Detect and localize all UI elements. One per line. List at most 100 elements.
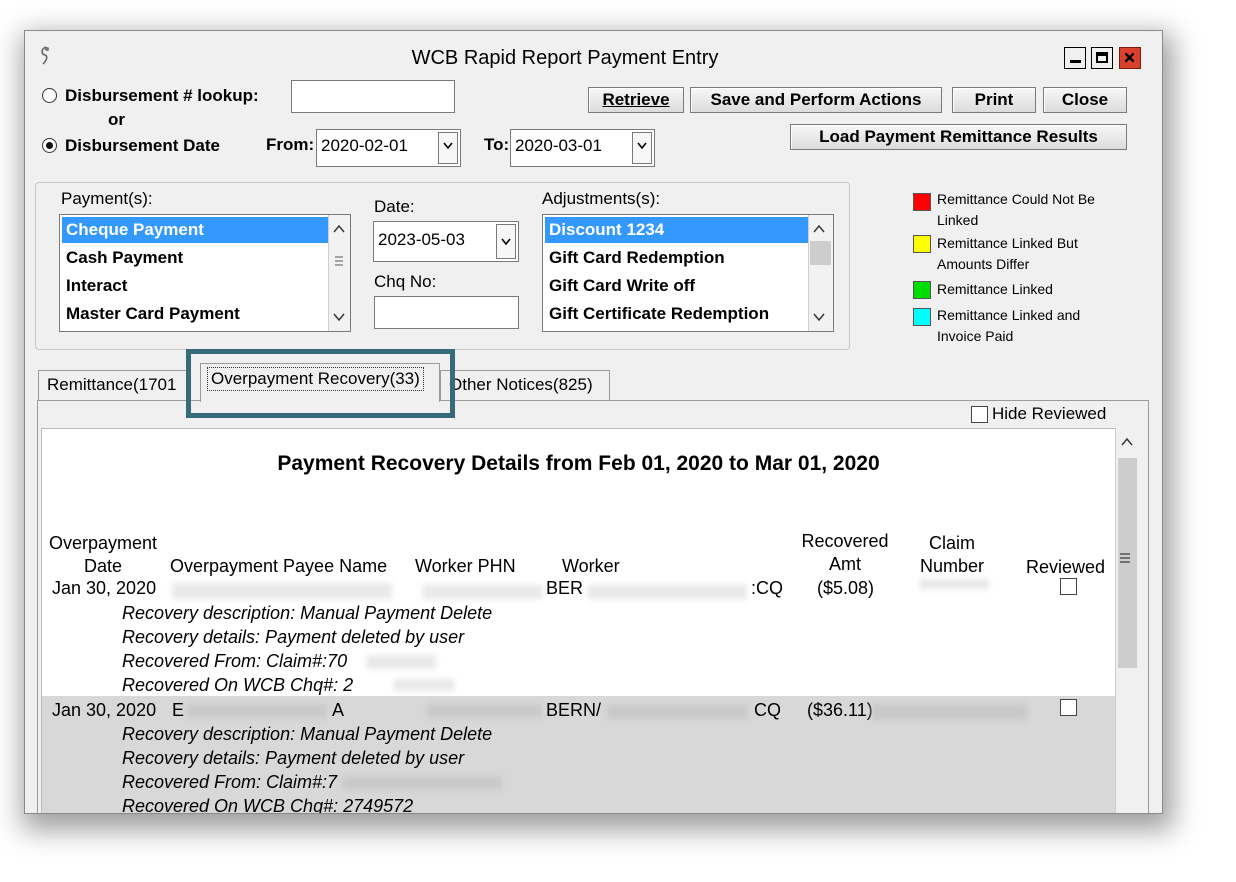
disbursement-date-radio[interactable] bbox=[42, 138, 57, 153]
redacted-chq bbox=[394, 679, 454, 691]
header-recovered-amt: Recovered Amt bbox=[801, 531, 889, 574]
row-worker: BERN/ bbox=[546, 700, 602, 720]
payment-entry-window: WCB Rapid Report Payment Entry Disbursem… bbox=[24, 30, 1163, 814]
disbursement-lookup-label: Disbursement # lookup: bbox=[65, 86, 259, 105]
payment-item-cheque[interactable]: Cheque Payment bbox=[62, 217, 328, 243]
to-date-value: 2020-03-01 bbox=[515, 136, 602, 155]
adjustments-label: Adjustments(s): bbox=[542, 189, 661, 208]
minimize-button[interactable] bbox=[1064, 47, 1086, 69]
payments-label: Payment(s): bbox=[61, 189, 153, 208]
recovered-on-chq: Recovered On WCB Chq#: 2 bbox=[122, 675, 354, 695]
header-payee-name: Overpayment Payee Name bbox=[170, 556, 388, 576]
adjustment-item-gift-certificate[interactable]: Gift Certificate Redemption bbox=[545, 301, 811, 327]
from-date-dropdown[interactable] bbox=[438, 132, 458, 164]
tab-overpayment-label: Overpayment Recovery(33) bbox=[207, 367, 424, 391]
report-title: Payment Recovery Details from Feb 01, 20… bbox=[277, 452, 880, 475]
to-date-dropdown[interactable] bbox=[632, 132, 652, 164]
payments-scrollbar[interactable] bbox=[328, 215, 350, 331]
adjustment-item-discount[interactable]: Discount 1234 bbox=[545, 217, 811, 243]
header-reviewed: Reviewed bbox=[1026, 557, 1106, 577]
legend-invoice-paid: Remittance Linked and Invoice Paid bbox=[937, 307, 1081, 344]
or-label: or bbox=[108, 110, 125, 129]
to-label: To: bbox=[484, 135, 510, 154]
disbursement-number-input[interactable] bbox=[291, 80, 455, 113]
reviewed-checkbox[interactable] bbox=[1060, 699, 1077, 716]
legend-cyan-swatch bbox=[913, 308, 931, 326]
redacted-claim bbox=[919, 579, 989, 589]
redacted-payee bbox=[187, 704, 327, 718]
maximize-button[interactable] bbox=[1091, 47, 1113, 69]
close-window-button[interactable] bbox=[1119, 47, 1141, 69]
hide-reviewed-label: Hide Reviewed bbox=[992, 404, 1107, 423]
recovery-details: Recovery details: Payment deleted by use… bbox=[122, 748, 465, 768]
header-worker-phn: Worker PHN bbox=[415, 556, 516, 576]
chevron-down-icon[interactable] bbox=[329, 305, 349, 329]
chq-no-label: Chq No: bbox=[374, 272, 437, 291]
adjustments-list[interactable]: Discount 1234 Gift Card Redemption Gift … bbox=[542, 214, 834, 332]
row-amount: ($36.11) bbox=[807, 700, 873, 720]
report-scrollbar[interactable] bbox=[1115, 428, 1138, 813]
payment-date-dropdown[interactable] bbox=[496, 224, 516, 259]
redacted-claim-number bbox=[342, 776, 502, 790]
redacted-worker bbox=[607, 705, 747, 719]
redacted-phn bbox=[422, 585, 542, 599]
title-bar: WCB Rapid Report Payment Entry bbox=[25, 31, 1162, 71]
payment-date-value: 2023-05-03 bbox=[378, 230, 465, 249]
chevron-up-icon[interactable] bbox=[1117, 432, 1137, 452]
save-perform-actions-button[interactable]: Save and Perform Actions bbox=[690, 87, 942, 113]
legend-not-linked: Remittance Could Not Be Linked bbox=[937, 191, 1095, 228]
reviewed-checkbox[interactable] bbox=[1060, 578, 1077, 595]
disbursement-lookup-radio[interactable] bbox=[42, 88, 57, 103]
legend-green-swatch bbox=[913, 281, 931, 299]
load-remittance-results-button[interactable]: Load Payment Remittance Results bbox=[790, 124, 1127, 150]
chevron-down-icon[interactable] bbox=[809, 305, 829, 329]
tab-other-notices[interactable]: Other Notices(825) bbox=[440, 370, 610, 400]
header-overpayment-date: Overpayment Date bbox=[48, 533, 158, 576]
row-payee-tail: A bbox=[332, 700, 345, 720]
hide-reviewed-checkbox[interactable] bbox=[971, 406, 988, 423]
redacted-phn bbox=[427, 704, 542, 718]
legend-yellow-swatch bbox=[913, 235, 931, 253]
payment-item-cash[interactable]: Cash Payment bbox=[62, 245, 328, 271]
row-amount: ($5.08) bbox=[817, 578, 875, 598]
chevron-down-icon bbox=[443, 142, 453, 150]
retrieve-button[interactable]: Retrieve bbox=[588, 87, 684, 113]
chevron-up-icon[interactable] bbox=[329, 217, 349, 241]
tab-remittance[interactable]: Remittance(1701 bbox=[38, 370, 188, 400]
row-worker: BER bbox=[546, 578, 584, 598]
recovered-from: Recovered From: Claim#:70 bbox=[122, 651, 348, 671]
print-button[interactable]: Print bbox=[952, 87, 1036, 113]
payments-list[interactable]: Cheque Payment Cash Payment Interact Mas… bbox=[59, 214, 351, 332]
scroll-grip-icon[interactable] bbox=[329, 249, 349, 273]
adjustments-scrollbar[interactable] bbox=[808, 215, 833, 331]
redacted-payee bbox=[172, 583, 392, 599]
window-title: WCB Rapid Report Payment Entry bbox=[411, 47, 719, 69]
chq-no-input[interactable] bbox=[374, 296, 519, 329]
payment-item-interact[interactable]: Interact bbox=[62, 273, 328, 299]
redacted-worker bbox=[587, 585, 747, 599]
tab-overpayment-recovery[interactable]: Overpayment Recovery(33) bbox=[200, 363, 440, 402]
adjustment-item-gift-card-redemption[interactable]: Gift Card Redemption bbox=[545, 245, 811, 271]
recovery-description: Recovery description: Manual Payment Del… bbox=[122, 724, 493, 744]
close-icon bbox=[1124, 52, 1135, 63]
adjustment-item-gift-card-write-off[interactable]: Gift Card Write off bbox=[545, 273, 811, 299]
row-type: CQ bbox=[754, 700, 781, 720]
row-date: Jan 30, 2020 bbox=[52, 700, 157, 720]
scroll-thumb[interactable] bbox=[810, 241, 831, 265]
from-date-combo[interactable]: 2020-02-01 bbox=[316, 129, 461, 167]
to-date-combo[interactable]: 2020-03-01 bbox=[510, 129, 655, 167]
minimize-icon bbox=[1070, 60, 1081, 63]
close-button[interactable]: Close bbox=[1043, 87, 1127, 113]
payment-item-master-card[interactable]: Master Card Payment bbox=[62, 301, 328, 327]
header-claim-number: Claim Number bbox=[919, 533, 985, 576]
chevron-up-icon[interactable] bbox=[809, 217, 829, 241]
chevron-down-icon bbox=[501, 238, 511, 246]
date-label: Date: bbox=[374, 197, 415, 216]
scroll-grip-icon bbox=[1120, 553, 1130, 563]
row-type: :CQ bbox=[751, 578, 784, 598]
row-payee: E bbox=[172, 700, 185, 720]
payment-date-combo[interactable]: 2023-05-03 bbox=[373, 221, 519, 262]
recovered-on-chq: Recovered On WCB Chq#: 2749572 bbox=[122, 796, 414, 814]
redacted-claim-number bbox=[366, 655, 436, 669]
chevron-down-icon bbox=[637, 142, 647, 150]
